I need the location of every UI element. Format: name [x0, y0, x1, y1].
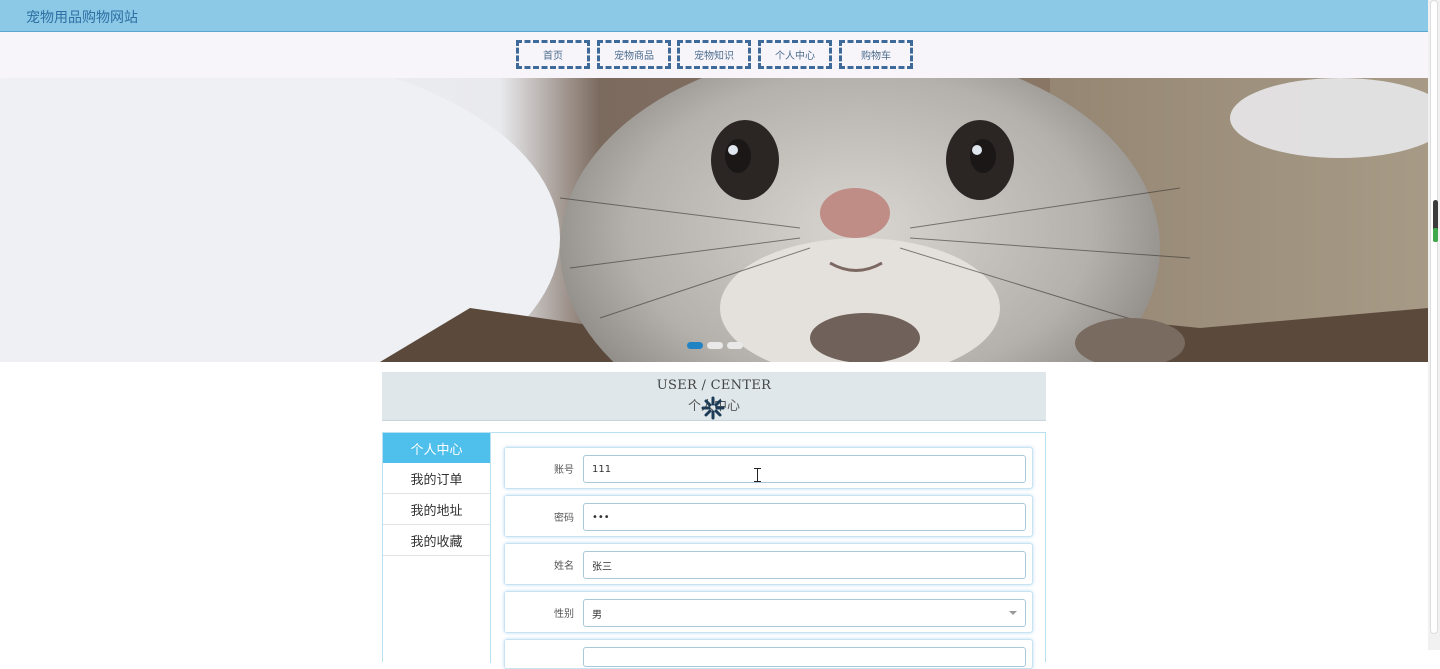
sidebar-item-my-favorites[interactable]: 我的收藏 — [383, 525, 490, 556]
scrollbar-track — [1430, 0, 1438, 634]
password-field[interactable]: ••• — [583, 503, 1026, 531]
name-label: 姓名 — [554, 561, 574, 572]
form-row-account: 账号 111 — [504, 447, 1033, 489]
carousel-dot-1[interactable] — [687, 342, 703, 349]
gender-select-value: 男 — [592, 609, 602, 621]
form-row-gender: 性别 男 — [504, 591, 1033, 633]
gender-label: 性别 — [554, 609, 574, 620]
form-row-name: 姓名 张三 — [504, 543, 1033, 585]
text-cursor-icon — [754, 468, 761, 482]
sidebar-item-user-center[interactable]: 个人中心 — [383, 433, 490, 463]
nav-cart[interactable]: 购物车 — [839, 40, 913, 69]
nav-home[interactable]: 首页 — [516, 40, 590, 69]
nav-pet-knowledge[interactable]: 宠物知识 — [677, 40, 751, 69]
password-label: 密码 — [554, 513, 574, 524]
form-row-password: 密码 ••• — [504, 495, 1033, 537]
banner-image — [0, 78, 1428, 362]
sidebar-menu: 个人中心 我的订单 我的地址 我的收藏 — [383, 433, 491, 663]
nav-user-center[interactable]: 个人中心 — [758, 40, 832, 69]
account-field[interactable]: 111 — [583, 455, 1026, 483]
nav-pet-products[interactable]: 宠物商品 — [597, 40, 671, 69]
account-label: 账号 — [554, 465, 574, 476]
sidebar-item-my-address[interactable]: 我的地址 — [383, 494, 490, 525]
loading-spinner-icon — [701, 396, 725, 420]
carousel-dot-3[interactable] — [727, 342, 743, 349]
section-title-en: USER / CENTER — [656, 378, 772, 393]
banner-carousel[interactable] — [0, 78, 1428, 362]
carousel-dots — [687, 342, 743, 349]
main-nav: 首页 宠物商品 宠物知识 个人中心 购物车 — [0, 32, 1428, 78]
site-title[interactable]: 宠物用品购物网站 — [26, 7, 138, 27]
sidebar-item-my-orders[interactable]: 我的订单 — [383, 463, 490, 494]
next-field[interactable] — [583, 647, 1026, 667]
scrollbar[interactable] — [1428, 0, 1440, 650]
name-field[interactable]: 张三 — [583, 551, 1026, 579]
chevron-down-icon — [1009, 611, 1017, 615]
carousel-dot-2[interactable] — [707, 342, 723, 349]
gender-select[interactable]: 男 — [583, 599, 1026, 627]
user-center-panel: 个人中心 我的订单 我的地址 我的收藏 账号 111 密码 ••• 姓名 张三 … — [382, 432, 1046, 669]
top-bar: 宠物用品购物网站 — [0, 0, 1428, 32]
form-row-next — [504, 639, 1033, 669]
scrollbar-thumb[interactable] — [1433, 200, 1438, 242]
